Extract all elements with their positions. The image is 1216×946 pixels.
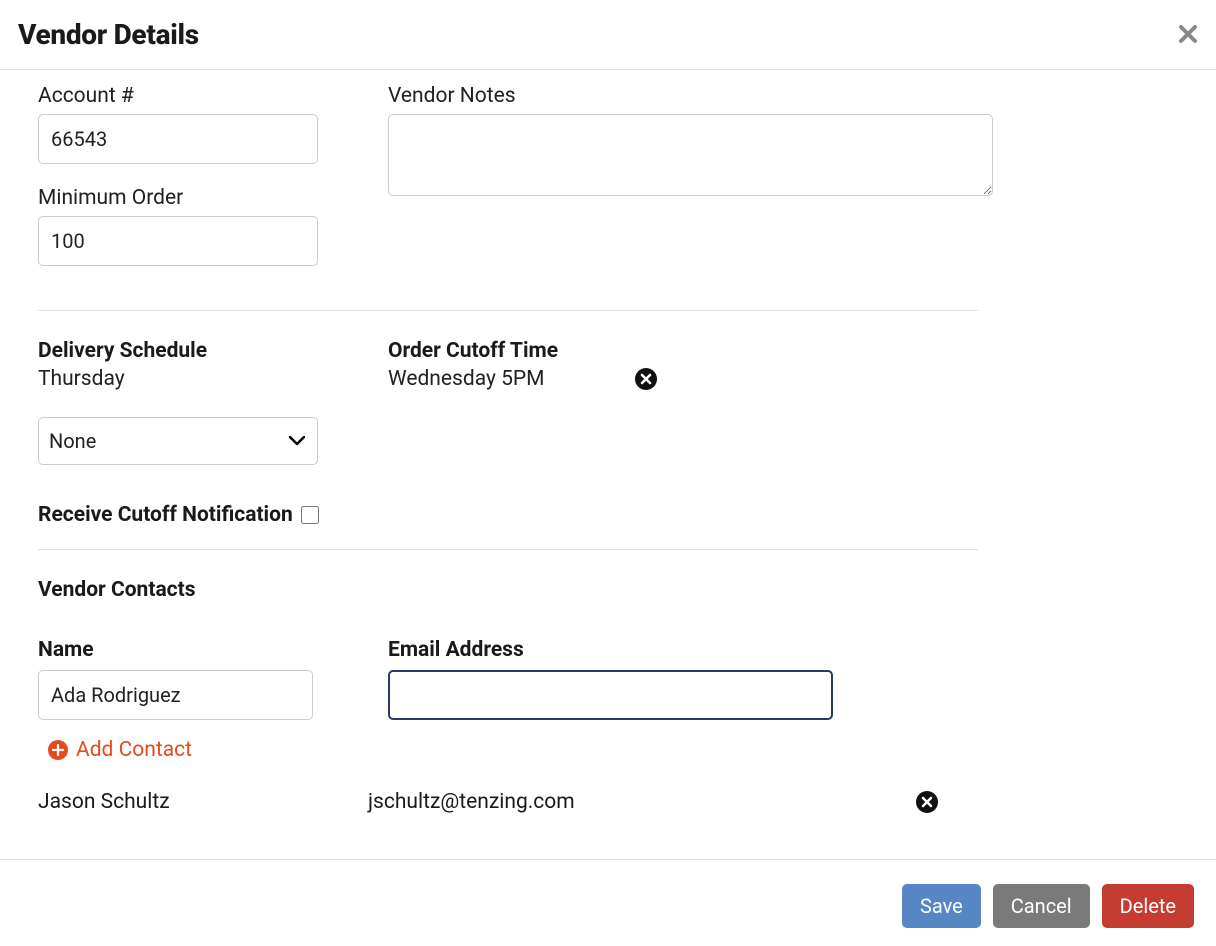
remove-contact-icon[interactable] — [916, 791, 938, 813]
minimum-order-field: Minimum Order — [38, 186, 338, 266]
contact-email-label: Email Address — [388, 638, 858, 662]
close-icon[interactable] — [1178, 21, 1198, 49]
add-contact-link[interactable]: Add Contact — [48, 738, 192, 762]
modal-footer: Save Cancel Delete — [0, 859, 1216, 946]
delivery-schedule-heading: Delivery Schedule — [38, 339, 338, 363]
schedule-select[interactable]: None — [38, 417, 318, 465]
cancel-button[interactable]: Cancel — [993, 884, 1090, 928]
modal-body: Account # Minimum Order Vendor Notes Del… — [0, 70, 1216, 814]
vendor-contacts-heading: Vendor Contacts — [38, 578, 1178, 602]
delivery-schedule-section: Delivery Schedule Thursday None — [38, 339, 338, 465]
divider — [38, 549, 978, 550]
add-contact-text: Add Contact — [76, 738, 192, 762]
vendor-notes-label: Vendor Notes — [388, 84, 1008, 108]
divider — [38, 310, 978, 311]
cutoff-notification-label: Receive Cutoff Notification — [38, 503, 293, 527]
plus-circle-icon — [48, 740, 68, 760]
remove-cutoff-icon[interactable] — [635, 368, 657, 390]
delete-button[interactable]: Delete — [1102, 884, 1194, 928]
contact-name-input[interactable] — [38, 670, 313, 720]
cutoff-notification-row: Receive Cutoff Notification — [38, 503, 1178, 527]
minimum-order-input[interactable] — [38, 216, 318, 266]
delivery-day-text: Thursday — [38, 367, 338, 391]
minimum-order-label: Minimum Order — [38, 186, 338, 210]
account-number-label: Account # — [38, 84, 338, 108]
modal-header: Vendor Details — [0, 0, 1216, 70]
order-cutoff-value: Wednesday 5PM — [388, 367, 545, 391]
save-button[interactable]: Save — [902, 884, 981, 928]
existing-contact-name: Jason Schultz — [38, 790, 368, 814]
contact-email-input[interactable] — [388, 670, 833, 720]
existing-contact-email: jschultz@tenzing.com — [368, 790, 916, 814]
vendor-notes-textarea[interactable] — [388, 114, 993, 196]
cutoff-notification-checkbox[interactable] — [301, 506, 319, 524]
existing-contact-row: Jason Schultz jschultz@tenzing.com — [38, 790, 938, 814]
vendor-notes-field: Vendor Notes — [388, 84, 1008, 200]
contact-name-label: Name — [38, 638, 338, 662]
order-cutoff-heading: Order Cutoff Time — [388, 339, 978, 363]
order-cutoff-section: Order Cutoff Time Wednesday 5PM — [388, 339, 978, 465]
modal-title: Vendor Details — [18, 18, 199, 51]
account-number-field: Account # — [38, 84, 338, 164]
account-number-input[interactable] — [38, 114, 318, 164]
